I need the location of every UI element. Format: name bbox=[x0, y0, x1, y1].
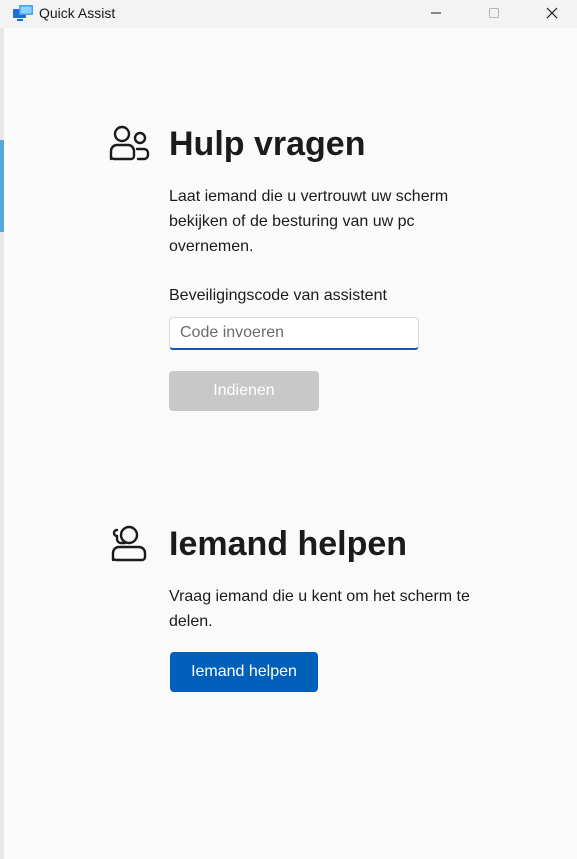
minimize-button[interactable] bbox=[413, 0, 459, 28]
window-title: Quick Assist bbox=[39, 5, 116, 21]
give-help-description: Vraag iemand die u kent om het scherm te… bbox=[169, 588, 470, 630]
get-help-title: Hulp vragen bbox=[169, 125, 366, 163]
person-headset-icon bbox=[110, 523, 148, 568]
background-window-edge bbox=[0, 0, 4, 859]
background-window-accent bbox=[0, 140, 4, 232]
maximize-icon bbox=[489, 8, 499, 18]
close-button[interactable] bbox=[529, 0, 575, 28]
close-icon bbox=[546, 7, 558, 19]
maximize-button[interactable] bbox=[471, 0, 517, 28]
get-help-description: Laat iemand die u vertrouwt uw scherm be… bbox=[169, 188, 449, 255]
give-help-title: Iemand helpen bbox=[169, 525, 408, 563]
help-someone-button[interactable]: Iemand helpen bbox=[170, 652, 318, 692]
code-label: Beveiligingscode van assistent bbox=[169, 287, 387, 304]
minimize-icon bbox=[431, 12, 441, 14]
submit-button[interactable]: Indienen bbox=[169, 371, 319, 411]
quick-assist-window: Quick Assist Hulp vragen Laat iemand die… bbox=[0, 0, 577, 859]
title-bar[interactable]: Quick Assist bbox=[0, 0, 577, 28]
quick-assist-icon bbox=[13, 5, 33, 22]
code-input[interactable] bbox=[169, 317, 419, 350]
people-icon bbox=[108, 125, 150, 168]
